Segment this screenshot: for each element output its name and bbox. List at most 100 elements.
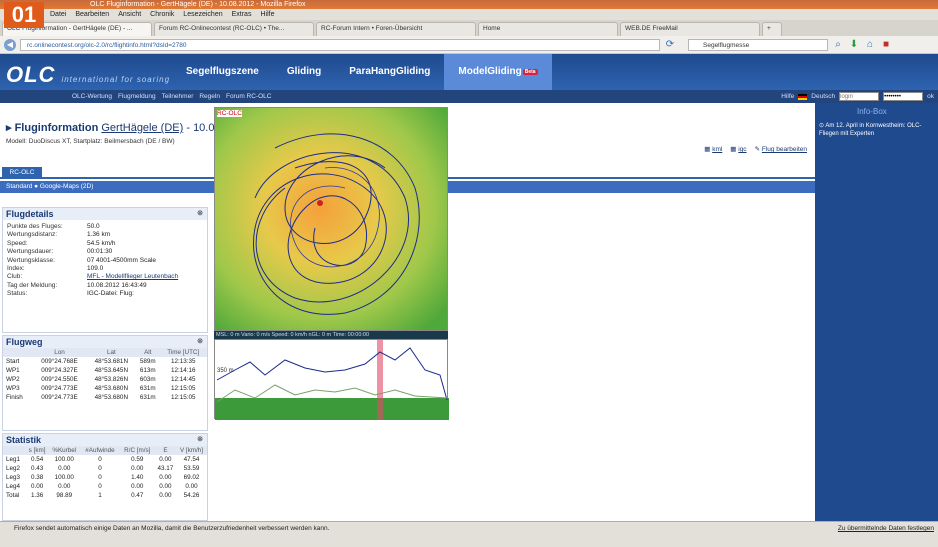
table-row: WP3 009°24.773E 48°53.680N 631m 12:15:05 [3,384,207,393]
table-cell: 12:14:16 [170,367,196,374]
detail-row: Wertungsklasse: 07 4001-4500mm Scale [3,257,207,265]
table-cell: 0.47 [131,492,144,499]
detail-value[interactable]: MFL - Modellflieger Leutenbach [87,273,178,281]
help-link[interactable]: Hilfe [781,90,794,103]
subnav-item[interactable]: Forum RC-OLC [226,90,272,103]
table-row: Leg4 0.00 0.00 0 0.00 0.00 0.00 [3,482,207,491]
flugdetails-panel: Flugdetails ⊗ Punkte des Fluges: 50.0 Wertu… [2,207,208,333]
detail-value: 1.36 km [87,231,111,239]
flugweg-panel: Flugweg ⊗ Lon Lat Alt Time [UTC] Start 009°24.… [2,335,208,431]
menu-item[interactable]: Bearbeiten [75,9,109,20]
browser-tab[interactable]: RC-Forum Intern • Foren-Übersicht [316,22,476,36]
window-titlebar: OLC Fluginformation - GertHägele (DE) - … [0,0,938,9]
table-cell: 48°53.680N [94,385,128,392]
table-cell: 613m [139,367,156,374]
igc-download[interactable]: ▦ igc [730,145,746,153]
table-row: Total 1.36 98.89 1 0.47 0.00 54.26 [3,491,207,500]
table-cell: 0.00 [159,474,172,481]
subnav-item[interactable]: Regeln [199,90,220,103]
step-badge: 01 [4,2,44,28]
column-header: Lat [86,348,137,357]
topnav-modelgliding[interactable]: ModelGliding Beta [444,54,552,90]
detail-row: Status: IGC-Datei: Flug: [3,290,207,298]
detail-row: Punkte des Fluges: 50.0 [3,223,207,231]
pilot-link[interactable]: GertHägele (DE) [101,122,183,134]
top-nav: Segelflugszene Gliding ParaHangGliding M… [172,54,552,90]
topnav-parahanggliding[interactable]: ParaHangGliding [335,54,444,90]
detail-row: Club: MFL - Modellflieger Leutenbach [3,273,207,281]
table-cell: 48°53.826N [94,376,128,383]
table-row: WP2 009°24.550E 48°53.826N 603m 12:14:45 [3,375,207,384]
table-cell: 009°24.773E [41,385,78,392]
info-box-title: Info-Box [857,107,887,116]
table-cell: 0.00 [131,465,144,472]
kml-download[interactable]: ▦ kml [704,145,722,153]
menu-item[interactable]: Lesezeichen [183,9,222,20]
column-header: V [km/h] [175,446,207,455]
menu-bar: Datei Bearbeiten Ansicht Chronik Lesezeichen… [0,9,938,20]
collapse-icon[interactable]: ⊗ [197,336,203,348]
table-cell: 69.02 [183,474,200,481]
ok-button[interactable]: ok [927,90,934,103]
detail-label: Status: [7,290,28,298]
home-icon[interactable]: ⌂ [864,39,876,51]
table-cell: 0.43 [30,465,44,472]
menu-item[interactable]: Hilfe [260,9,274,20]
collapse-icon[interactable]: ⊗ [197,208,203,220]
bookmark-icon[interactable]: ■ [880,39,892,51]
info-box-item[interactable]: ⊙ Am 12. April in Kornwestheim: OLC-Flie… [819,122,934,138]
detail-label: Speed: [7,239,28,247]
detail-label: Index: [7,265,25,273]
detail-value: 50.0 [87,223,100,230]
menu-item[interactable]: Chronik [150,9,174,20]
tab-bar: OLC Fluginformation - GertHägele (DE) - … [0,20,938,36]
baro-label: 350 m [217,368,234,374]
detail-label: Tag der Meldung: [7,281,58,289]
detail-row: Wertungsdauer: 00:01:30 [3,248,207,256]
search-icon[interactable]: ⌕ [832,39,844,51]
back-icon[interactable]: ◀ [4,38,16,51]
column-header: #Aufwinde [80,446,120,455]
topnav-gliding[interactable]: Gliding [273,54,335,90]
browser-tab[interactable]: Home [478,22,618,36]
download-icon[interactable]: ⬇ [848,39,860,51]
detail-row: Speed: 54.5 km/h [3,240,207,248]
flight-map[interactable]: RC-OLC [214,107,448,331]
table-cell: 12:13:35 [170,358,196,365]
map-canvas [215,108,447,330]
menu-item[interactable]: Ansicht [118,9,141,20]
browser-tab[interactable]: + [762,22,782,36]
table-cell: 0.00 [58,483,71,490]
firefox-notification-bar: Firefox sendet automatisch einige Daten … [0,521,938,547]
flight-status-strip: MSL: 0 m Vario: 0 m/s Speed: 0 km/h nGL:… [214,331,448,339]
detail-value: 07 4001-4500mm Scale [87,256,157,264]
menu-item[interactable]: Extras [232,9,252,20]
table-cell: 009°24.768E [41,358,78,365]
olc-logo[interactable]: OLC international for soaring [6,62,170,88]
search-input[interactable]: Segelflugmesse [688,38,828,51]
subnav-item[interactable]: Teilnehmer [162,90,194,103]
language-select[interactable]: Deutsch [811,90,835,103]
column-header [3,348,33,357]
browser-tab[interactable]: Forum RC-Onlinecontest (RC-OLC) • The... [154,22,314,36]
subnav-item[interactable]: OLC-Wertung [72,90,112,103]
barogram[interactable]: 350 m [214,339,449,420]
table-row: WP1 009°24.327E 48°53.645N 613m 12:14:16 [3,366,207,375]
choose-data-button[interactable]: Zu übermittelnde Daten festlegen [838,522,934,536]
edit-flight-link[interactable]: ✎ Flug bearbeiten [755,145,807,153]
menu-item[interactable]: Datei [50,9,66,20]
browser-tab[interactable]: WEB.DE FreeMail [620,22,760,36]
detail-label: Punkte des Fluges: [7,223,63,230]
topnav-segelflugszene[interactable]: Segelflugszene [172,54,273,90]
url-field[interactable]: rc.onlinecontest.org/olc-2.0/rc/flightin… [20,38,660,51]
login-input[interactable] [839,92,880,101]
table-cell: 43.17 [157,465,174,472]
table-cell: 48°53.681N [94,358,128,365]
reload-icon[interactable]: ⟳ [664,39,676,51]
subnav-item[interactable]: Flugmeldung [118,90,156,103]
table-cell: 0.00 [30,483,44,490]
password-input[interactable] [883,92,924,101]
statistik-panel: Statistik ⊗ s [km] %Kurbel #Aufwinde R/C [m/… [2,433,208,521]
collapse-icon[interactable]: ⊗ [197,434,203,446]
table-cell: 0.38 [30,474,44,481]
